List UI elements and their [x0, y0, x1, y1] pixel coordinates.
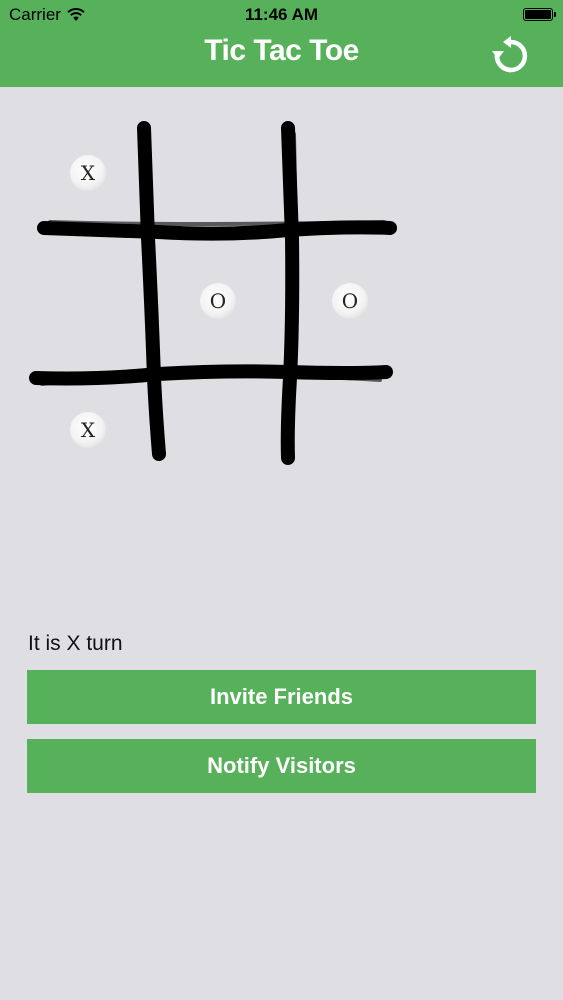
board-cell-0-2[interactable]	[293, 118, 403, 228]
game-board: X O O X	[28, 118, 398, 468]
app-screen: Carrier 11:46 AM Tic Tac Toe X O O X It …	[0, 0, 563, 1000]
status-time: 11:46 AM	[244, 5, 319, 24]
board-cell-2-1[interactable]	[163, 375, 273, 485]
invite-friends-button[interactable]: Invite Friends	[27, 670, 536, 724]
board-cell-0-1[interactable]	[163, 118, 273, 228]
cell-mark: X	[70, 412, 106, 448]
status-bar: Carrier 11:46 AM	[0, 0, 563, 30]
top-bar: Carrier 11:46 AM Tic Tac Toe	[0, 0, 563, 87]
cell-mark: O	[332, 283, 368, 319]
cell-mark: O	[200, 283, 236, 319]
notify-visitors-button[interactable]: Notify Visitors	[27, 739, 536, 793]
board-cell-1-0[interactable]	[33, 246, 143, 356]
refresh-icon[interactable]	[491, 36, 531, 76]
page-title: Tic Tac Toe	[204, 34, 359, 67]
cell-mark: X	[70, 155, 106, 191]
turn-status: It is X turn	[28, 632, 123, 655]
board-cell-2-2[interactable]	[293, 375, 403, 485]
battery-icon	[523, 8, 556, 21]
board-cell-1-1[interactable]: O	[163, 246, 273, 356]
board-cell-1-2[interactable]: O	[295, 246, 405, 356]
board-cell-0-0[interactable]: X	[33, 118, 143, 228]
board-cell-2-0[interactable]: X	[33, 375, 143, 485]
